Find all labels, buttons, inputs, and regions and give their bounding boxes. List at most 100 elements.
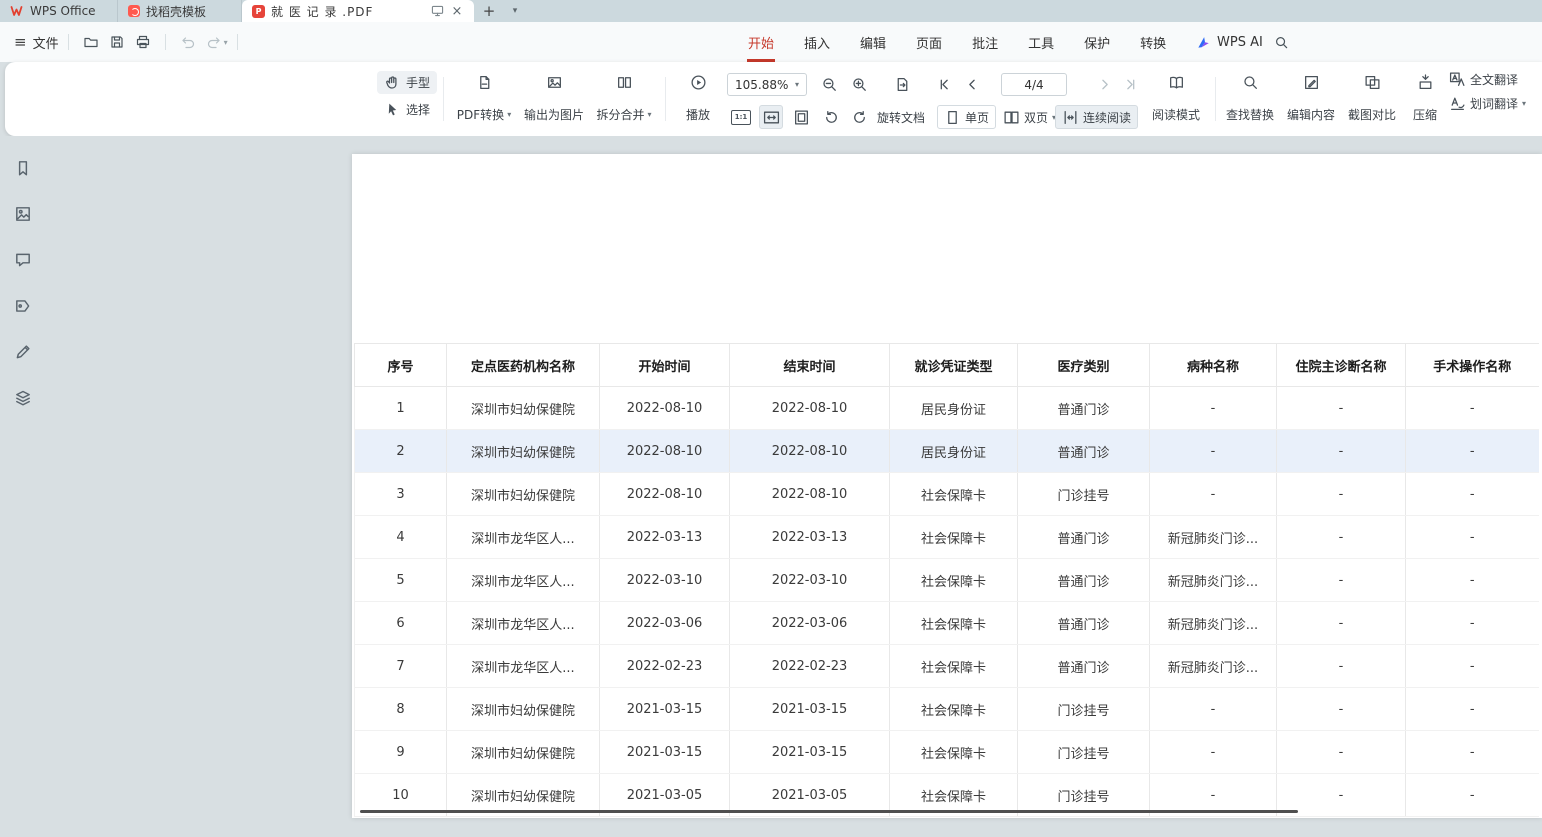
wps-ai-button[interactable]: WPS AI xyxy=(1196,22,1263,62)
open-file-button[interactable] xyxy=(79,30,103,54)
table-cell: 9 xyxy=(355,731,447,774)
word-translate-button[interactable]: 划词翻译 ▾ xyxy=(1449,95,1526,112)
previous-page-button[interactable] xyxy=(961,73,983,95)
double-page-button[interactable]: 双页 ▾ xyxy=(997,105,1062,129)
pdf-convert-button[interactable]: PDF转换▾ xyxy=(451,71,517,127)
ribbon-tab-7[interactable]: 保护 xyxy=(1069,22,1125,62)
table-cell: 社会保障卡 xyxy=(890,688,1018,731)
find-replace-button[interactable]: 查找替换 xyxy=(1220,71,1280,127)
table-cell: 1 xyxy=(355,387,447,430)
undo-icon xyxy=(180,34,196,50)
screen-share-icon[interactable] xyxy=(431,5,444,17)
next-page-button[interactable] xyxy=(1093,73,1115,95)
column-header: 定点医药机构名称 xyxy=(447,344,600,387)
fit-width-button[interactable] xyxy=(759,105,783,129)
play-label: 播放 xyxy=(686,106,710,123)
tab-list-chevron-icon[interactable]: ▾ xyxy=(504,0,526,22)
table-cell: 2021-03-15 xyxy=(730,688,890,731)
table-cell: 2021-03-15 xyxy=(600,688,730,731)
table-cell: 2021-03-15 xyxy=(730,731,890,774)
split-merge-button[interactable]: 拆分合并▾ xyxy=(591,71,657,127)
ribbon-tab-1[interactable]: 开始 xyxy=(733,22,789,62)
first-page-button[interactable] xyxy=(933,73,955,95)
compress-button[interactable]: 压缩 xyxy=(1403,71,1447,127)
table-cell: 2022-02-23 xyxy=(730,645,890,688)
file-menu-button[interactable]: ≡ 文件 xyxy=(14,33,59,52)
table-cell: - xyxy=(1150,473,1277,516)
find-replace-icon xyxy=(1242,74,1259,91)
zoom-dropdown[interactable]: 105.88% ▾ xyxy=(727,73,807,96)
ribbon-tab-3[interactable]: 编辑 xyxy=(845,22,901,62)
folder-icon xyxy=(83,34,99,50)
ribbon-tab-5[interactable]: 批注 xyxy=(957,22,1013,62)
play-button[interactable]: 播放 xyxy=(676,71,720,127)
single-page-button[interactable]: 单页 xyxy=(937,105,996,129)
table-cell: - xyxy=(1150,387,1277,430)
export-image-button[interactable]: 输出为图片 xyxy=(518,71,590,127)
table-cell: 5 xyxy=(355,559,447,602)
ribbon-tab-8[interactable]: 转换 xyxy=(1125,22,1181,62)
page-jump-icon-button[interactable] xyxy=(891,73,913,95)
fit-page-button[interactable] xyxy=(789,105,813,129)
table-cell: - xyxy=(1277,688,1406,731)
table-cell: 2022-08-10 xyxy=(600,387,730,430)
table-cell: 居民身份证 xyxy=(890,387,1018,430)
close-tab-icon[interactable]: × xyxy=(450,4,464,19)
continuous-reading-label: 连续阅读 xyxy=(1083,109,1131,126)
table-cell: 深圳市妇幼保健院 xyxy=(447,387,600,430)
rotate-document-label[interactable]: 旋转文档 xyxy=(877,105,925,129)
table-cell: 门诊挂号 xyxy=(1018,473,1150,516)
table-cell: 社会保障卡 xyxy=(890,645,1018,688)
thumbnails-panel-button[interactable] xyxy=(11,202,35,226)
chevron-down-icon: ▾ xyxy=(648,110,652,119)
zoom-out-button[interactable] xyxy=(818,73,840,95)
zoom-in-button[interactable] xyxy=(848,73,870,95)
last-page-button[interactable] xyxy=(1119,73,1141,95)
edit-content-button[interactable]: 编辑内容 xyxy=(1281,71,1341,127)
select-tool-button[interactable]: 选择 xyxy=(377,98,437,121)
new-tab-button[interactable]: + xyxy=(474,0,504,22)
pdf-page: 序号定点医药机构名称开始时间结束时间就诊凭证类型医疗类别病种名称住院主诊断名称手… xyxy=(352,154,1542,818)
table-cell: 社会保障卡 xyxy=(890,516,1018,559)
rotate-left-button[interactable] xyxy=(819,105,843,129)
tab-label: 找稻壳模板 xyxy=(146,3,206,20)
bookmarks-panel-button[interactable] xyxy=(11,156,35,180)
table-cell: 2022-03-06 xyxy=(730,602,890,645)
horizontal-scrollbar-thumb xyxy=(360,810,1298,813)
tab-docer-templates[interactable]: 找稻壳模板 xyxy=(118,0,242,22)
ribbon-tab-6[interactable]: 工具 xyxy=(1013,22,1069,62)
read-mode-button[interactable]: 阅读模式 xyxy=(1146,71,1206,127)
table-cell: 居民身份证 xyxy=(890,430,1018,473)
actual-size-button[interactable]: 1:1 xyxy=(729,105,753,129)
ribbon-tab-4[interactable]: 页面 xyxy=(901,22,957,62)
tab-wps-office[interactable]: WPS Office xyxy=(0,0,118,22)
table-cell: 普通门诊 xyxy=(1018,602,1150,645)
table-cell: 新冠肺炎门诊... xyxy=(1150,645,1277,688)
hand-tool-button[interactable]: 手型 xyxy=(377,71,437,94)
redo-button[interactable] xyxy=(202,30,226,54)
fit-width-icon xyxy=(763,109,780,126)
ribbon-tab-2[interactable]: 插入 xyxy=(789,22,845,62)
comments-panel-button[interactable] xyxy=(11,248,35,272)
tag-icon xyxy=(14,297,32,315)
print-button[interactable] xyxy=(131,30,155,54)
tab-document-pdf[interactable]: P 就 医 记 录 .PDF × xyxy=(242,0,474,22)
screenshot-compare-button[interactable]: 截图对比 xyxy=(1342,71,1402,127)
full-text-translate-button[interactable]: 全文翻译 xyxy=(1449,71,1526,88)
annotations-panel-button[interactable] xyxy=(11,294,35,318)
continuous-reading-button[interactable]: 连续阅读 xyxy=(1055,105,1138,129)
table-cell: 3 xyxy=(355,473,447,516)
undo-history-chevron-icon[interactable]: ▾ xyxy=(224,38,228,47)
edit-content-label: 编辑内容 xyxy=(1287,106,1335,123)
page-number-input[interactable]: 4/4 xyxy=(1001,73,1067,96)
undo-button[interactable] xyxy=(176,30,200,54)
pdf-toolbar: 手型 选择 PDF转换▾ 输出为图片 拆分合并▾ 播放 105.88% ▾ xyxy=(5,62,1542,136)
ribbon-tabs: 开始插入编辑页面批注工具保护转换 xyxy=(733,22,1181,62)
column-header: 序号 xyxy=(355,344,447,387)
signature-panel-button[interactable] xyxy=(11,340,35,364)
save-button[interactable] xyxy=(105,30,129,54)
table-cell: 深圳市妇幼保健院 xyxy=(447,731,600,774)
layers-panel-button[interactable] xyxy=(11,386,35,410)
ribbon-search-button[interactable] xyxy=(1270,31,1292,53)
rotate-right-button[interactable] xyxy=(847,105,871,129)
